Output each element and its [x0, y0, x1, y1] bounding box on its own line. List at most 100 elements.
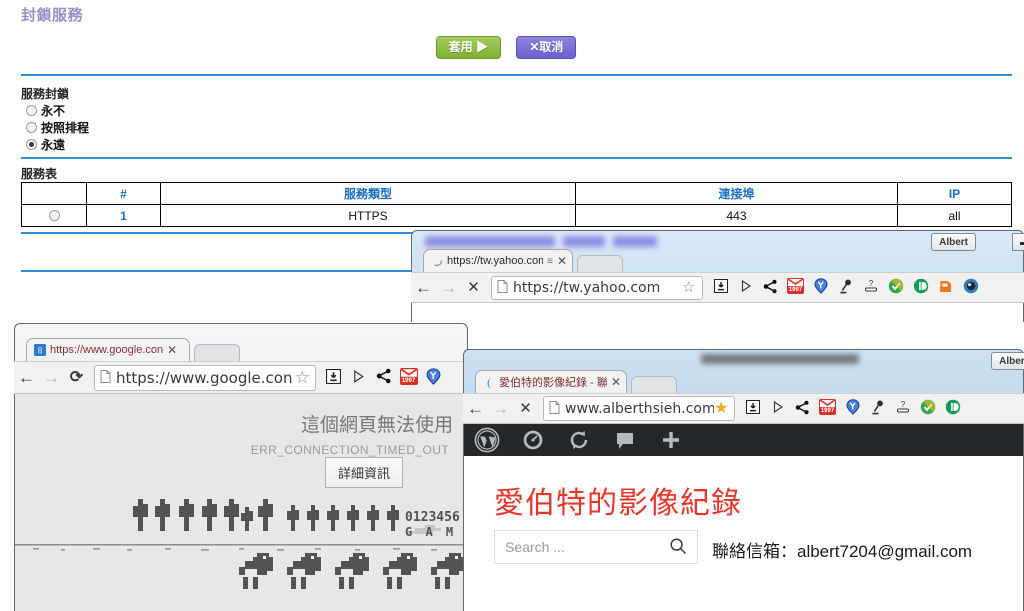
- wp-favicon: (: [483, 376, 495, 389]
- play-triangle-icon[interactable]: [346, 369, 371, 387]
- download-box-icon[interactable]: [708, 279, 733, 296]
- yahoo-pin-icon[interactable]: [421, 367, 446, 388]
- green-check-shield-icon[interactable]: [883, 278, 908, 297]
- new-tab-ghost[interactable]: [577, 255, 623, 272]
- browser-toolbar: ← → ✕ https://tw.yahoo.com ☆ 1997 ?: [411, 272, 1024, 303]
- updates-refresh-icon[interactable]: [556, 424, 602, 456]
- tab-close-icon[interactable]: ✕: [557, 255, 567, 267]
- browser-window-yahoo[interactable]: Albert ▬ https://tw.yahoo.com/ ≡ ✕ ← → ✕…: [411, 230, 1024, 322]
- th-number[interactable]: #: [86, 182, 161, 205]
- search-icon[interactable]: [669, 537, 687, 558]
- radio-always-indicator[interactable]: [26, 139, 37, 150]
- radio-option-always[interactable]: 永遠: [26, 136, 65, 153]
- gmail-badge-count: 1997: [788, 287, 803, 293]
- lamp-icon[interactable]: [833, 279, 858, 297]
- tab-yahoo[interactable]: https://tw.yahoo.com/ ≡ ✕: [423, 249, 573, 272]
- row-radio-indicator[interactable]: [48, 209, 60, 221]
- table-row[interactable]: 1 HTTPS 443 all: [21, 204, 1012, 227]
- site-title: 愛伯特的影像紀錄: [494, 486, 742, 521]
- forward-button[interactable]: →: [39, 369, 64, 386]
- th-service-type[interactable]: 服務類型: [160, 182, 576, 205]
- radio-never-indicator[interactable]: [26, 105, 37, 116]
- page-content-wordpress: 愛伯特的影像紀錄 Search ... 聯絡信箱：albert7204@gmai…: [464, 424, 1023, 611]
- th-select: [21, 182, 87, 205]
- stop-button[interactable]: ✕: [513, 401, 538, 416]
- user-chip[interactable]: Albert: [991, 352, 1024, 370]
- pocket-icon[interactable]: [940, 399, 965, 418]
- radio-always-label: 永遠: [41, 138, 66, 152]
- tab-wordpress[interactable]: ( 愛伯特的影像紀錄 - 聯絡 ✕: [475, 370, 627, 393]
- tab-strip: https://tw.yahoo.com/ ≡ ✕: [411, 248, 1024, 272]
- question-underline-icon[interactable]: ?: [858, 279, 883, 297]
- url-text: https://tw.yahoo.com: [513, 279, 661, 296]
- apply-button[interactable]: 套用 ▶: [435, 36, 501, 59]
- svg-text:(: (: [487, 377, 491, 388]
- menu-lines-icon: ≡: [547, 255, 553, 267]
- url-text: www.alberthsieh.com: [565, 400, 714, 417]
- green-check-shield-icon[interactable]: [915, 399, 940, 418]
- radio-option-scheduled[interactable]: 按照排程: [26, 119, 89, 136]
- new-tab-ghost[interactable]: [631, 376, 677, 393]
- radio-option-never[interactable]: 永不: [26, 102, 65, 119]
- tab-google[interactable]: 8 https://www.google.con ✕: [26, 338, 190, 361]
- bookmark-star-icon[interactable]: ★: [714, 400, 729, 417]
- dashboard-gauge-icon[interactable]: [510, 424, 556, 456]
- tab-strip: ( 愛伯特的影像紀錄 - 聯絡 ✕: [463, 369, 1024, 393]
- bookmark-star-icon[interactable]: ☆: [295, 369, 310, 386]
- question-underline-icon[interactable]: ?: [890, 400, 915, 418]
- row-select-cell[interactable]: [21, 204, 87, 227]
- blurred-title-text-1: [425, 236, 555, 247]
- browser-toolbar: ← → ⟳ https://www.google.con ☆ 1997: [14, 361, 468, 394]
- browser-window-google[interactable]: 8 https://www.google.con ✕ ← → ⟳ https:/…: [14, 323, 468, 611]
- gmail-icon[interactable]: 1997: [783, 278, 808, 297]
- share-icon[interactable]: [758, 279, 783, 297]
- cancel-button[interactable]: ✕取消: [516, 36, 577, 59]
- stop-button[interactable]: ✕: [461, 280, 486, 295]
- new-plus-icon[interactable]: [648, 424, 694, 456]
- share-icon[interactable]: [371, 368, 396, 387]
- address-bar[interactable]: https://tw.yahoo.com ☆: [491, 275, 703, 300]
- gmail-icon[interactable]: 1997: [396, 367, 421, 388]
- page-title: 封鎖服務: [21, 7, 84, 24]
- back-button[interactable]: ←: [463, 400, 488, 417]
- game-score-digits: 0123456: [405, 510, 460, 525]
- lamp-icon[interactable]: [865, 400, 890, 418]
- dark-globe-icon[interactable]: [958, 278, 983, 297]
- back-button[interactable]: ←: [14, 369, 39, 386]
- th-port[interactable]: 連接埠: [575, 182, 898, 205]
- address-bar[interactable]: https://www.google.con ☆: [94, 364, 316, 391]
- pocket-icon[interactable]: [908, 278, 933, 297]
- th-ip[interactable]: IP: [897, 182, 1012, 205]
- svg-text:8: 8: [38, 345, 43, 355]
- details-button[interactable]: 詳細資訊: [324, 457, 403, 488]
- address-bar[interactable]: www.alberthsieh.com ★: [543, 396, 735, 421]
- play-triangle-icon[interactable]: [733, 279, 758, 296]
- yahoo-pin-icon[interactable]: [808, 278, 833, 297]
- action-button-row: 套用 ▶ ✕取消: [0, 36, 1012, 59]
- browser-window-wordpress[interactable]: Albert ▬ ❐ ✕ Albert ( 愛伯特的影像紀錄 - 聯絡 ✕ ← …: [463, 349, 1024, 611]
- tab-close-icon[interactable]: ✕: [611, 376, 621, 388]
- tab-close-icon[interactable]: ✕: [167, 344, 177, 356]
- radio-scheduled-indicator[interactable]: [26, 122, 37, 133]
- play-triangle-icon[interactable]: [765, 400, 790, 417]
- page-content-yahoo: [412, 303, 1023, 322]
- wordpress-logo-icon[interactable]: [464, 424, 510, 456]
- share-icon[interactable]: [790, 400, 815, 418]
- row-service-type: HTTPS: [160, 204, 576, 227]
- reload-button[interactable]: ⟳: [64, 369, 89, 386]
- blurred-title-text-3: [613, 236, 657, 247]
- new-tab-ghost[interactable]: [194, 344, 240, 361]
- gmail-icon[interactable]: 1997: [815, 399, 840, 418]
- blurred-title-text-2: [563, 236, 605, 247]
- bookmark-star-icon[interactable]: ☆: [682, 280, 697, 295]
- forward-button[interactable]: →: [488, 400, 513, 417]
- orange-app-icon[interactable]: [933, 278, 958, 297]
- download-box-icon[interactable]: [321, 368, 346, 387]
- comments-bubble-icon[interactable]: [602, 424, 648, 456]
- search-input[interactable]: Search ...: [494, 530, 698, 564]
- yahoo-pin-icon[interactable]: [840, 399, 865, 418]
- forward-button[interactable]: →: [436, 279, 461, 296]
- contact-email-text: 聯絡信箱：albert7204@gmail.com: [712, 542, 973, 561]
- back-button[interactable]: ←: [411, 279, 436, 296]
- download-box-icon[interactable]: [740, 400, 765, 417]
